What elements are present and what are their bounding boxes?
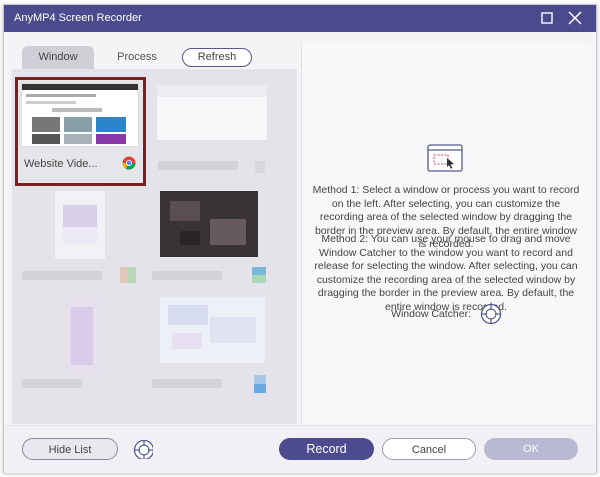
- app-window: AnyMP4 Screen Recorder Window Process Re…: [3, 4, 597, 473]
- window-thumbnail-label-blurred: [158, 161, 238, 170]
- window-catcher-button-icon[interactable]: [133, 439, 153, 459]
- chrome-icon: [122, 156, 136, 170]
- close-button[interactable]: [566, 9, 584, 27]
- window-thumbnail[interactable]: [67, 297, 97, 375]
- window-thumbnail[interactable]: [157, 85, 267, 140]
- window-thumbnail[interactable]: [160, 191, 258, 257]
- app-icon: [252, 267, 266, 283]
- cancel-button[interactable]: Cancel: [382, 438, 476, 460]
- app-title: AnyMP4 Screen Recorder: [14, 12, 142, 24]
- hide-list-button[interactable]: Hide List: [22, 438, 118, 460]
- source-tabs: Window Process Refresh: [12, 42, 297, 69]
- window-catcher-label: Window Catcher:: [391, 307, 472, 320]
- maximize-button[interactable]: [538, 9, 556, 27]
- window-list-pane: Window Process Refresh Website Vide...: [12, 42, 297, 424]
- window-catcher-row: Window Catcher:: [302, 303, 591, 325]
- window-thumbnail-label-blurred: [152, 379, 222, 388]
- window-thumbnail-grid: Website Vide...: [12, 69, 297, 424]
- window-thumbnail-label-blurred: [22, 271, 102, 280]
- tab-process[interactable]: Process: [107, 46, 167, 69]
- window-thumbnail[interactable]: [160, 297, 265, 363]
- app-icon: [254, 375, 266, 393]
- window-select-icon: [427, 144, 463, 172]
- record-button[interactable]: Record: [279, 438, 374, 460]
- title-bar: AnyMP4 Screen Recorder: [4, 5, 596, 32]
- tab-window[interactable]: Window: [22, 46, 94, 69]
- ok-button[interactable]: OK: [484, 438, 578, 460]
- thumbnail-preview: [21, 83, 139, 147]
- app-icon: [120, 267, 136, 283]
- maximize-icon: [541, 12, 553, 24]
- app-icon: [255, 161, 265, 173]
- window-thumbnail[interactable]: [55, 191, 105, 259]
- window-catcher-icon[interactable]: [480, 303, 502, 325]
- window-thumbnail-selected[interactable]: Website Vide...: [15, 77, 146, 186]
- window-thumbnail-label-blurred: [152, 271, 222, 280]
- method-2-text: Method 2: You can use your mouse to drag…: [314, 233, 578, 313]
- bottom-action-bar: Hide List Record Cancel OK: [4, 425, 596, 473]
- refresh-button[interactable]: Refresh: [182, 48, 252, 67]
- preview-info-pane: Method 1: Select a window or process you…: [301, 42, 591, 424]
- window-thumbnail-label: Website Vide...: [24, 158, 98, 170]
- close-icon: [568, 11, 582, 25]
- window-thumbnail-label-blurred: [22, 379, 82, 388]
